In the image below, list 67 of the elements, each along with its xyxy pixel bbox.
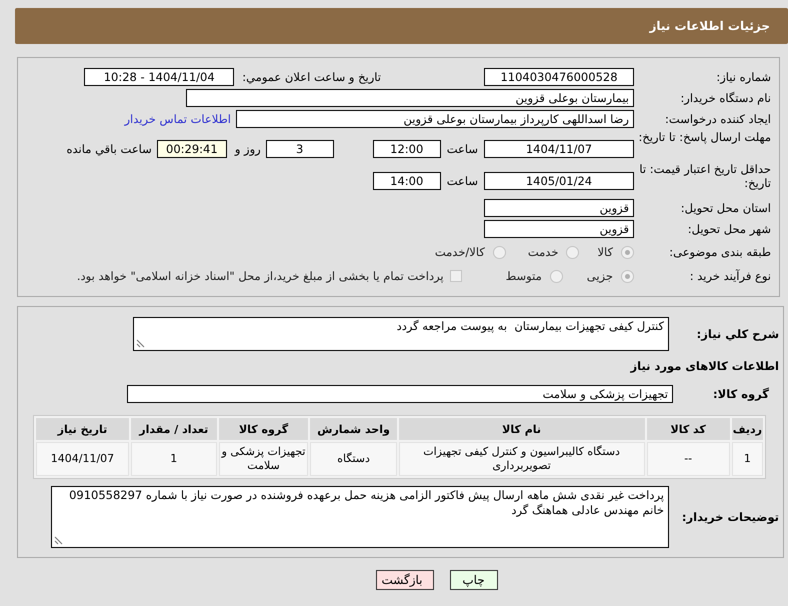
- field-label: ایجاد کننده درخواست:: [664, 112, 771, 126]
- field-label: شرح کلي نیاز:: [696, 327, 779, 341]
- resize-grip-icon[interactable]: [136, 339, 145, 348]
- field-label: ساعت باقي مانده: [66, 142, 152, 156]
- field-label: گروه کالا:: [712, 387, 770, 401]
- goods-group-field: تجهیزات پزشکی و سلامت: [127, 385, 673, 403]
- page-title: جزئیات اطلاعات نیاز: [649, 19, 770, 33]
- province-field: قزوین: [484, 198, 634, 216]
- requester-field: رضا اسداللهی کارپرداز بیمارستان بوعلی قزوین: [236, 110, 634, 128]
- column-header: واحد شمارش: [310, 418, 397, 440]
- option-label: کالا: [597, 245, 613, 259]
- option-label: خدمت: [528, 245, 558, 259]
- validity-time-field: 14:00: [372, 172, 441, 190]
- radio-button[interactable]: [492, 246, 506, 258]
- radio-button[interactable]: [621, 270, 634, 282]
- table-cell: --: [646, 442, 730, 476]
- checkbox[interactable]: [450, 270, 462, 282]
- field-label: ساعت: [446, 174, 478, 188]
- field-label: مهلت ارسال پاسخ: تا تاریخ:: [637, 130, 771, 144]
- remaining-time-field: 00:29:41: [156, 140, 227, 158]
- column-header: تعداد / مقدار: [130, 418, 217, 440]
- days-field: 3: [266, 140, 334, 158]
- buyer-contact-link[interactable]: اطلاعات تماس خریدار: [124, 112, 231, 126]
- table-cell: دستگاه: [310, 442, 397, 476]
- description-text: کنترل کیفی تجهیزات بیمارستان به پیوست مراجعه گردد: [396, 319, 664, 333]
- field-label: استان محل تحویل:: [680, 200, 771, 214]
- radio-button[interactable]: [550, 270, 563, 282]
- radio-button[interactable]: [621, 246, 634, 258]
- field-label: روز و: [234, 142, 261, 156]
- resize-grip-icon[interactable]: [54, 536, 63, 545]
- column-header: تاریخ نیاز: [36, 418, 129, 440]
- field-label: تاریخ و ساعت اعلان عمومي:: [242, 70, 381, 84]
- buyer-notes-box[interactable]: پرداخت غیر نقدی شش ماهه ارسال پیش فاکتور الزامی هزینه حمل برعهده فروشنده در صورت نیاز با شماره 0910558297 خانم مهندس عادلی هماهنگ گرد: [51, 486, 669, 548]
- buyer-notes-text: پرداخت غیر نقدی شش ماهه ارسال پیش فاکتور الزامی هزینه حمل برعهده فروشنده در صورت نیاز با شماره 0910558297 خانم مهندس عادلی هماهنگ گرد: [69, 488, 664, 517]
- column-header: گروه کالا: [218, 418, 308, 440]
- column-header: ردیف: [732, 418, 763, 440]
- field-label: شماره نیاز:: [715, 70, 771, 84]
- buyer-org-field: بیمارستان بوعلی قزوین: [186, 88, 634, 106]
- table-cell: تجهیزات پزشکی و سلامت: [218, 442, 308, 476]
- checkbox-label: پرداخت تمام یا بخشی از مبلغ خرید،از محل "اسناد خزانه اسلامی" خواهد بود.: [76, 269, 444, 283]
- field-label: نوع فرآیند خرید :: [688, 269, 771, 283]
- announce-date-field: 1404/11/04 - 10:28: [84, 68, 234, 86]
- city-field: قزوین: [484, 220, 634, 238]
- description-box[interactable]: کنترل کیفی تجهیزات بیمارستان به پیوست مراجعه گردد: [133, 317, 669, 351]
- back-button[interactable]: بازگشت: [376, 570, 434, 590]
- column-header: کد کالا: [646, 418, 730, 440]
- table-cell: 1404/11/07: [36, 442, 129, 476]
- section-heading: اطلاعات کالاهای مورد نیاز: [630, 359, 779, 373]
- field-label: طبقه بندی موضوعی:: [668, 245, 771, 259]
- table-cell: دستگاه کالیبراسیون و کنترل کیفی تجهیزات تصویربرداری: [398, 442, 645, 476]
- column-header: نام کالا: [398, 418, 645, 440]
- field-label: نام دستگاه خریدار:: [679, 90, 771, 104]
- field-label: حداقل تاریخ اعتبار قیمت: تا تاریخ:: [638, 162, 771, 190]
- option-label: جزیی: [586, 269, 613, 283]
- validity-date-field: 1405/01/24: [484, 172, 634, 190]
- deadline-date-field: 1404/11/07: [484, 140, 634, 158]
- field-label: شهر محل تحویل:: [686, 222, 771, 236]
- table-cell: 1: [732, 442, 763, 476]
- field-label: توضیحات خریدار:: [680, 510, 779, 524]
- radio-button[interactable]: [566, 246, 580, 258]
- deadline-time-field: 12:00: [372, 140, 441, 158]
- need-number-field: 1104030476000528: [484, 68, 634, 86]
- print-button[interactable]: چاپ: [450, 570, 498, 590]
- table-cell: 1: [130, 442, 217, 476]
- option-label: متوسط: [506, 269, 542, 283]
- option-label: کالا/خدمت: [434, 245, 485, 259]
- field-label: ساعت: [446, 142, 478, 156]
